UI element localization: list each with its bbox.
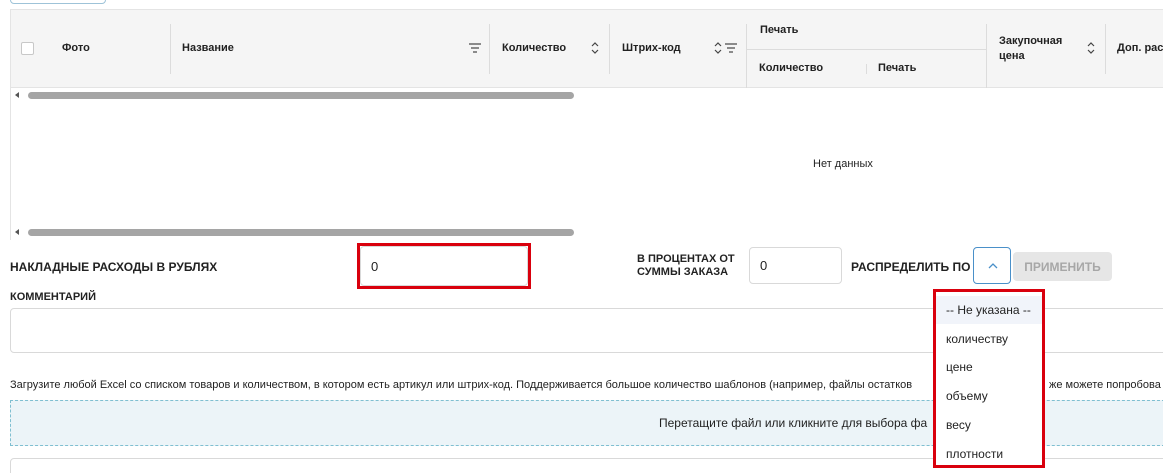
sort-icon[interactable] [714, 42, 722, 54]
filter-icon[interactable] [469, 43, 481, 53]
sort-icon[interactable] [1087, 42, 1095, 54]
column-purchase-price-line1[interactable]: Закупочная [999, 35, 1062, 47]
dropdown-option[interactable]: весу [936, 411, 1042, 439]
dropdown-option[interactable]: цене [936, 353, 1042, 381]
products-table: Фото Название Количество Штрих-код Печат… [10, 9, 1163, 240]
scrollbar-thumb[interactable] [28, 229, 574, 236]
select-all-checkbox[interactable] [21, 42, 34, 55]
table-header: Фото Название Количество Штрих-код Печат… [11, 10, 1163, 88]
empty-state-text: Нет данных [813, 158, 873, 170]
overhead-label: НАКЛАДНЫЕ РАСХОДЫ В РУБЛЯХ [10, 260, 218, 274]
filter-icon[interactable] [725, 43, 737, 53]
upload-info-text-tail: же можете попробова [1049, 379, 1161, 391]
dropzone-text: Перетащите файл или кликните для выбора … [659, 416, 928, 430]
sort-icon[interactable] [591, 42, 599, 54]
percent-input[interactable]: 0 [749, 247, 842, 284]
distribute-dropdown-menu: -- Не указана -- количеству цене объему … [933, 289, 1045, 468]
horizontal-scrollbar-top[interactable] [11, 89, 1163, 103]
apply-button[interactable]: ПРИМЕНИТЬ [1013, 252, 1112, 281]
chevron-up-icon [988, 263, 998, 269]
dropdown-option[interactable]: количеству [936, 325, 1042, 353]
percent-label-line1: В ПРОЦЕНТАХ ОТ [637, 253, 735, 265]
distribute-select[interactable] [973, 247, 1011, 284]
dropdown-option[interactable]: -- Не указана -- [936, 296, 1042, 324]
distribute-label: РАСПРЕДЕЛИТЬ ПО [851, 260, 971, 274]
dropdown-option[interactable]: объему [936, 382, 1042, 410]
column-photo: Фото [62, 42, 90, 54]
column-extra[interactable]: Доп. рас [1117, 42, 1163, 54]
column-print-quantity[interactable]: Количество [759, 62, 823, 74]
scroll-left-arrow-icon[interactable] [15, 229, 19, 235]
horizontal-scrollbar-bottom[interactable] [11, 226, 1163, 240]
top-button-partial[interactable] [10, 0, 106, 4]
column-barcode[interactable]: Штрих-код [622, 42, 681, 54]
column-group-print: Печать [760, 24, 799, 36]
upload-info-text: Загрузите любой Excel со списком товаров… [10, 379, 913, 391]
scrollbar-thumb[interactable] [28, 92, 574, 99]
column-purchase-price-line2[interactable]: цена [999, 50, 1025, 62]
comment-label: КОММЕНТАРИЙ [10, 291, 96, 303]
column-name[interactable]: Название [182, 42, 234, 54]
dropdown-option[interactable]: плотности [936, 440, 1042, 468]
overhead-input[interactable]: 0 [360, 246, 528, 286]
percent-label-line2: СУММЫ ЗАКАЗА [637, 266, 729, 278]
column-print-print[interactable]: Печать [878, 62, 916, 74]
scroll-left-arrow-icon[interactable] [15, 92, 19, 98]
column-quantity[interactable]: Количество [502, 42, 566, 54]
